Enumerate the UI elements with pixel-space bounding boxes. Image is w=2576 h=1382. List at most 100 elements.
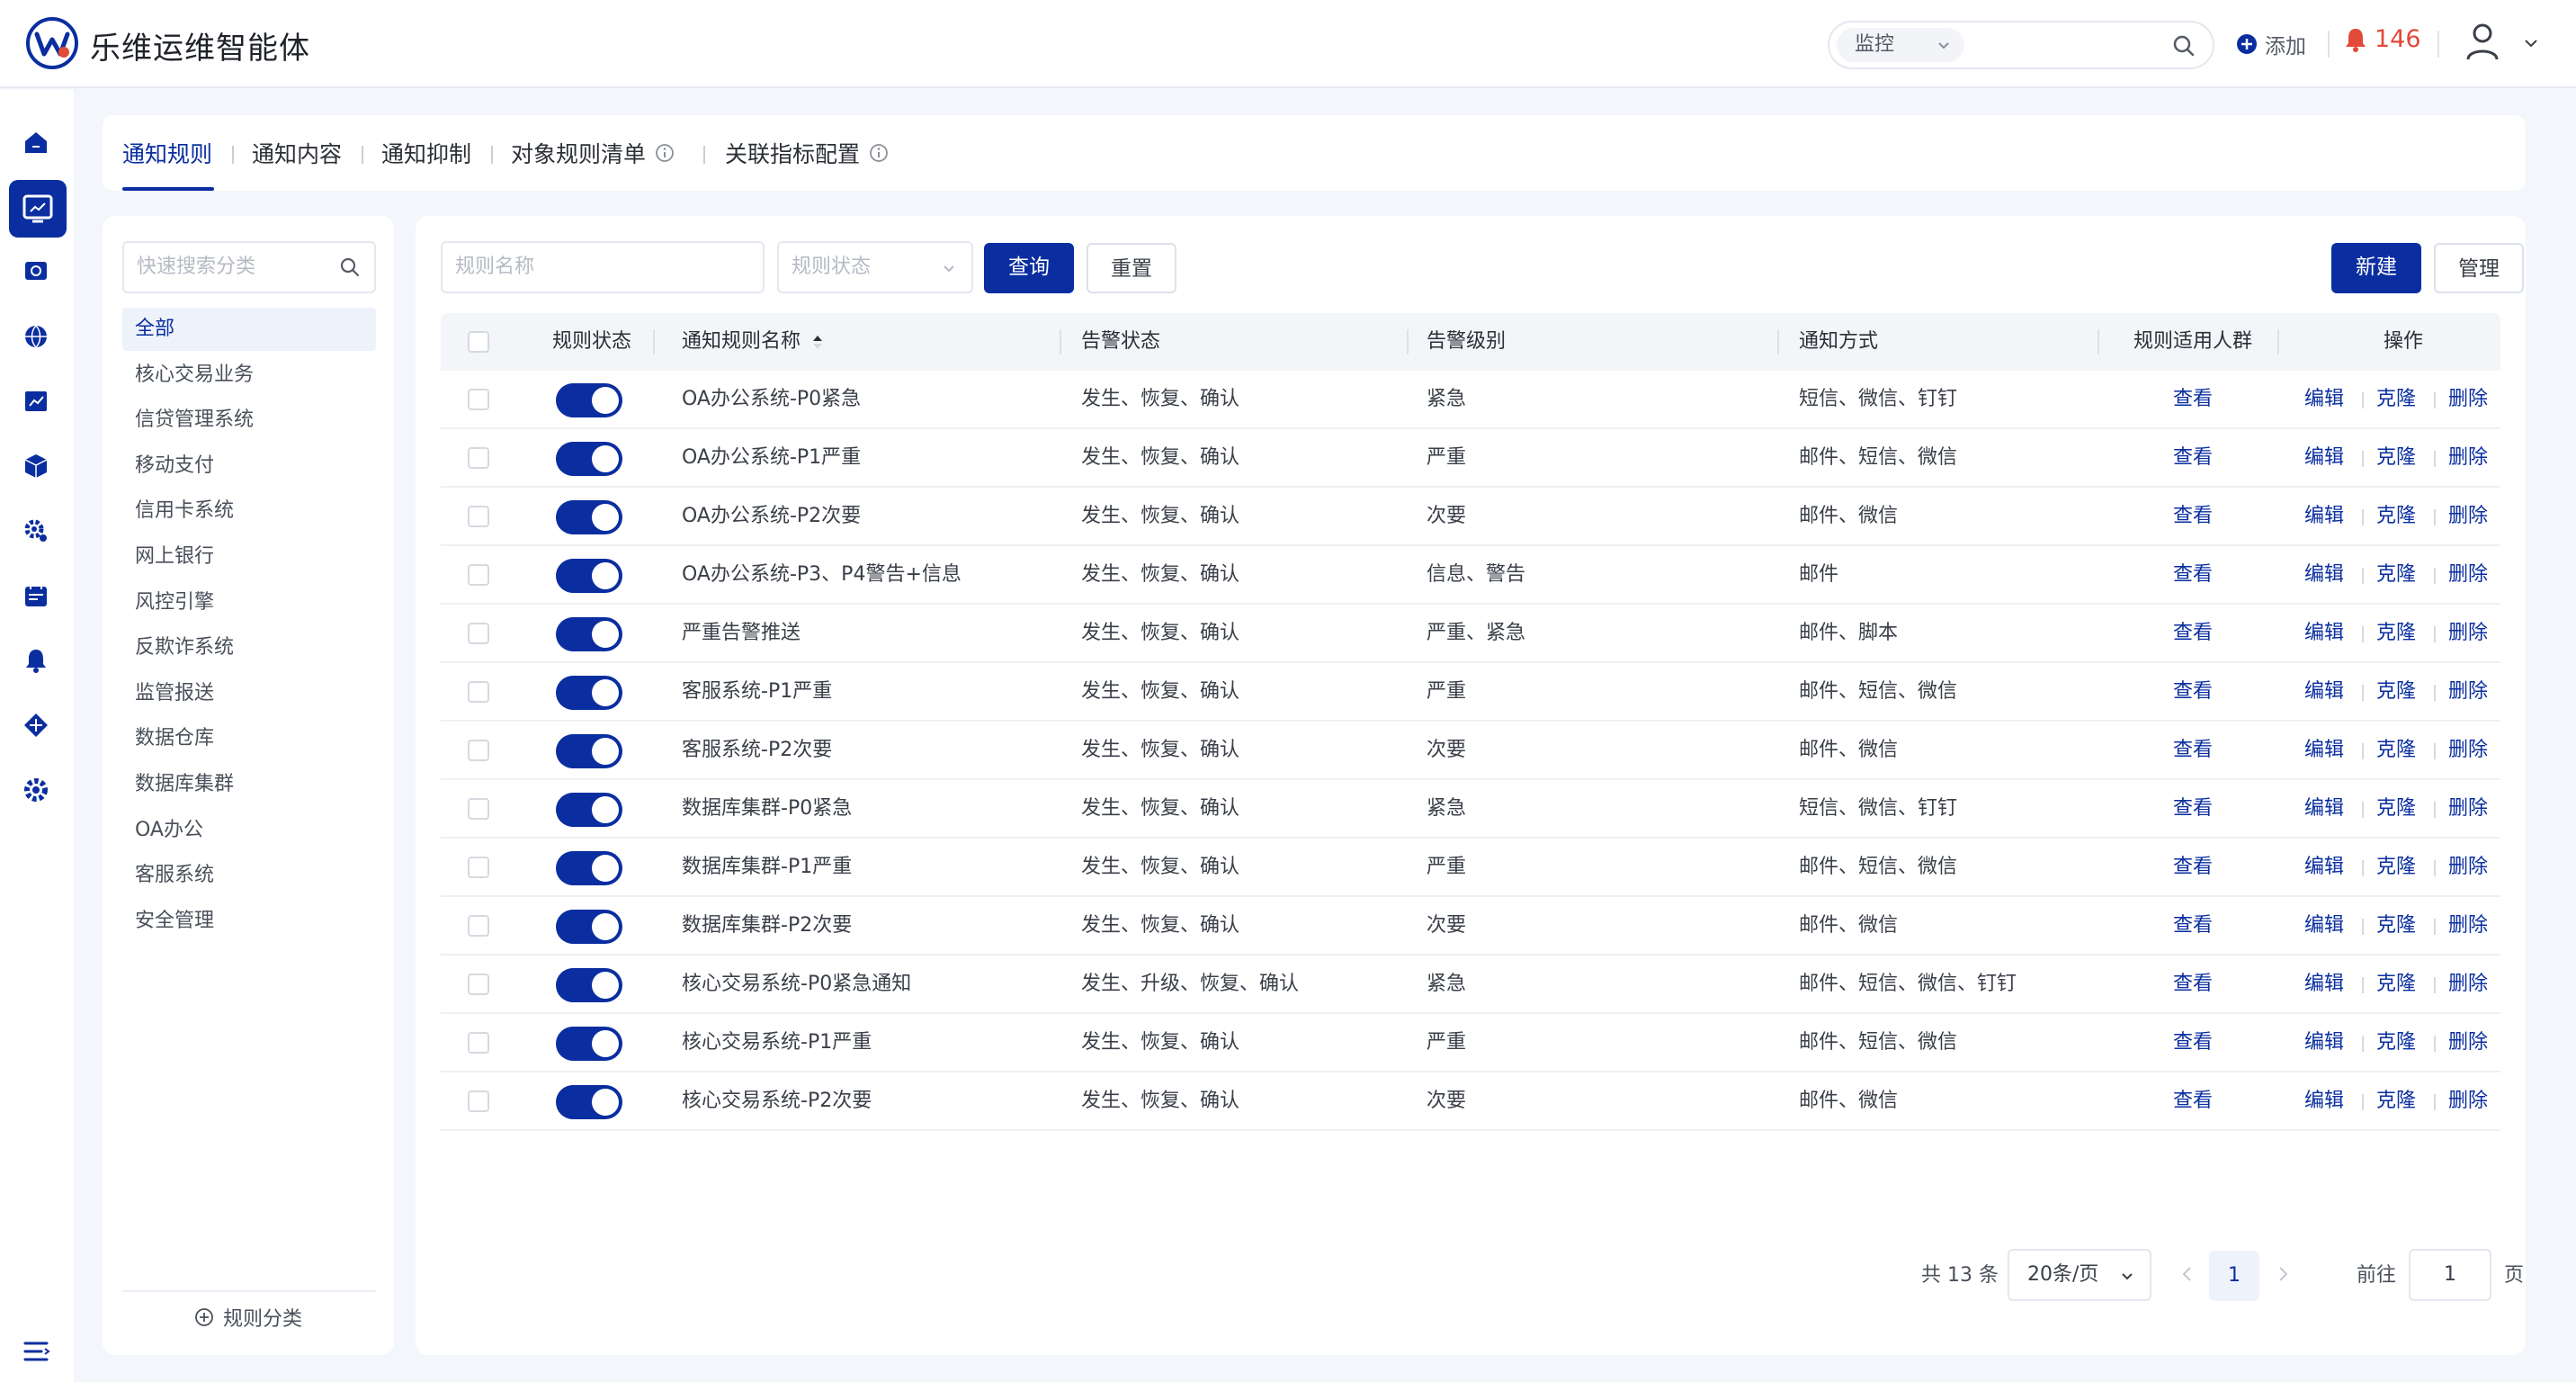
- rule-status-toggle[interactable]: [556, 1085, 622, 1119]
- page-size-select[interactable]: 20条/页: [2008, 1249, 2151, 1301]
- info-icon[interactable]: [655, 143, 675, 163]
- view-audience-link[interactable]: 查看: [2173, 663, 2213, 721]
- category-item[interactable]: 数据库集群: [122, 763, 376, 806]
- category-item[interactable]: 移动支付: [122, 444, 376, 488]
- row-checkbox[interactable]: [468, 974, 489, 995]
- reset-button[interactable]: 重置: [1087, 243, 1176, 293]
- clone-link[interactable]: 克隆: [2376, 371, 2416, 428]
- tab-notify-content[interactable]: 通知内容: [252, 137, 342, 169]
- view-audience-link[interactable]: 查看: [2173, 605, 2213, 662]
- row-checkbox[interactable]: [468, 740, 489, 761]
- rule-status-toggle[interactable]: [556, 500, 622, 534]
- edit-link[interactable]: 编辑: [2304, 663, 2344, 721]
- edit-link[interactable]: 编辑: [2304, 956, 2344, 1013]
- view-audience-link[interactable]: 查看: [2173, 1072, 2213, 1130]
- view-audience-link[interactable]: 查看: [2173, 956, 2213, 1013]
- edit-link[interactable]: 编辑: [2304, 546, 2344, 604]
- clone-link[interactable]: 克隆: [2376, 546, 2416, 604]
- clone-link[interactable]: 克隆: [2376, 897, 2416, 955]
- rule-status-toggle[interactable]: [556, 559, 622, 593]
- rule-status-toggle[interactable]: [556, 383, 622, 417]
- rule-status-toggle[interactable]: [556, 617, 622, 651]
- query-button[interactable]: 查询: [984, 243, 1074, 293]
- clone-link[interactable]: 克隆: [2376, 956, 2416, 1013]
- view-audience-link[interactable]: 查看: [2173, 839, 2213, 896]
- delete-link[interactable]: 删除: [2448, 1072, 2488, 1130]
- row-checkbox[interactable]: [468, 798, 489, 820]
- row-checkbox[interactable]: [468, 447, 489, 469]
- category-search-input[interactable]: 快速搜索分类: [122, 241, 376, 293]
- delete-link[interactable]: 删除: [2448, 1014, 2488, 1072]
- page-number-current[interactable]: 1: [2209, 1251, 2259, 1301]
- search-input[interactable]: [1973, 30, 2153, 60]
- delete-link[interactable]: 删除: [2448, 897, 2488, 955]
- goto-page-input[interactable]: 1: [2409, 1249, 2491, 1301]
- rule-status-select[interactable]: 规则状态: [777, 241, 973, 293]
- new-rule-button[interactable]: 新建: [2331, 243, 2421, 293]
- category-item[interactable]: 网上银行: [122, 535, 376, 579]
- category-item[interactable]: 安全管理: [122, 900, 376, 943]
- edit-link[interactable]: 编辑: [2304, 429, 2344, 487]
- row-checkbox[interactable]: [468, 389, 489, 410]
- row-checkbox[interactable]: [468, 623, 489, 644]
- view-audience-link[interactable]: 查看: [2173, 429, 2213, 487]
- sort-icon[interactable]: [811, 334, 824, 350]
- edit-link[interactable]: 编辑: [2304, 1014, 2344, 1072]
- chevron-down-icon[interactable]: [2522, 34, 2540, 52]
- clone-link[interactable]: 克隆: [2376, 780, 2416, 838]
- add-category-button[interactable]: 规则分类: [103, 1303, 394, 1332]
- category-item[interactable]: 监管报送: [122, 672, 376, 715]
- delete-link[interactable]: 删除: [2448, 546, 2488, 604]
- alarm-badge[interactable]: 146: [2344, 25, 2421, 53]
- search-icon[interactable]: [338, 256, 362, 279]
- delete-link[interactable]: 删除: [2448, 663, 2488, 721]
- edit-link[interactable]: 编辑: [2304, 605, 2344, 662]
- row-checkbox[interactable]: [468, 915, 489, 937]
- clone-link[interactable]: 克隆: [2376, 663, 2416, 721]
- row-checkbox[interactable]: [468, 1032, 489, 1054]
- prev-page-icon[interactable]: [2177, 1263, 2198, 1285]
- select-all-checkbox[interactable]: [468, 331, 489, 353]
- manage-button[interactable]: 管理: [2434, 243, 2524, 293]
- category-item[interactable]: 客服系统: [122, 854, 376, 897]
- category-item[interactable]: 风控引擎: [122, 581, 376, 624]
- rule-status-toggle[interactable]: [556, 676, 622, 710]
- delete-link[interactable]: 删除: [2448, 839, 2488, 896]
- clone-link[interactable]: 克隆: [2376, 839, 2416, 896]
- category-item[interactable]: 信用卡系统: [122, 489, 376, 533]
- nav-home[interactable]: [18, 124, 54, 160]
- nav-alerts[interactable]: [18, 642, 54, 678]
- category-item[interactable]: 数据仓库: [122, 717, 376, 760]
- edit-link[interactable]: 编辑: [2304, 780, 2344, 838]
- nav-settings[interactable]: [18, 772, 54, 808]
- delete-link[interactable]: 删除: [2448, 956, 2488, 1013]
- nav-assets[interactable]: [18, 448, 54, 484]
- edit-link[interactable]: 编辑: [2304, 1072, 2344, 1130]
- next-page-icon[interactable]: [2272, 1263, 2294, 1285]
- view-audience-link[interactable]: 查看: [2173, 722, 2213, 779]
- edit-link[interactable]: 编辑: [2304, 722, 2344, 779]
- rule-name-input[interactable]: 规则名称: [441, 241, 765, 293]
- rule-status-toggle[interactable]: [556, 1027, 622, 1061]
- clone-link[interactable]: 克隆: [2376, 1014, 2416, 1072]
- rule-status-toggle[interactable]: [556, 910, 622, 944]
- edit-link[interactable]: 编辑: [2304, 488, 2344, 545]
- collapse-menu-icon[interactable]: [20, 1335, 52, 1368]
- delete-link[interactable]: 删除: [2448, 429, 2488, 487]
- clone-link[interactable]: 克隆: [2376, 722, 2416, 779]
- info-icon[interactable]: [869, 143, 889, 163]
- delete-link[interactable]: 删除: [2448, 488, 2488, 545]
- nav-topology[interactable]: [18, 707, 54, 743]
- view-audience-link[interactable]: 查看: [2173, 371, 2213, 428]
- row-checkbox[interactable]: [468, 564, 489, 586]
- rule-status-toggle[interactable]: [556, 793, 622, 827]
- category-item[interactable]: 全部: [122, 308, 376, 351]
- rule-status-toggle[interactable]: [556, 968, 622, 1002]
- tab-notify-suppress[interactable]: 通知抑制: [381, 137, 471, 169]
- delete-link[interactable]: 删除: [2448, 722, 2488, 779]
- category-item[interactable]: 反欺诈系统: [122, 626, 376, 669]
- tab-metric-config[interactable]: 关联指标配置: [725, 137, 889, 169]
- category-item[interactable]: 信贷管理系统: [122, 399, 376, 442]
- edit-link[interactable]: 编辑: [2304, 839, 2344, 896]
- nav-monitor[interactable]: [9, 180, 67, 238]
